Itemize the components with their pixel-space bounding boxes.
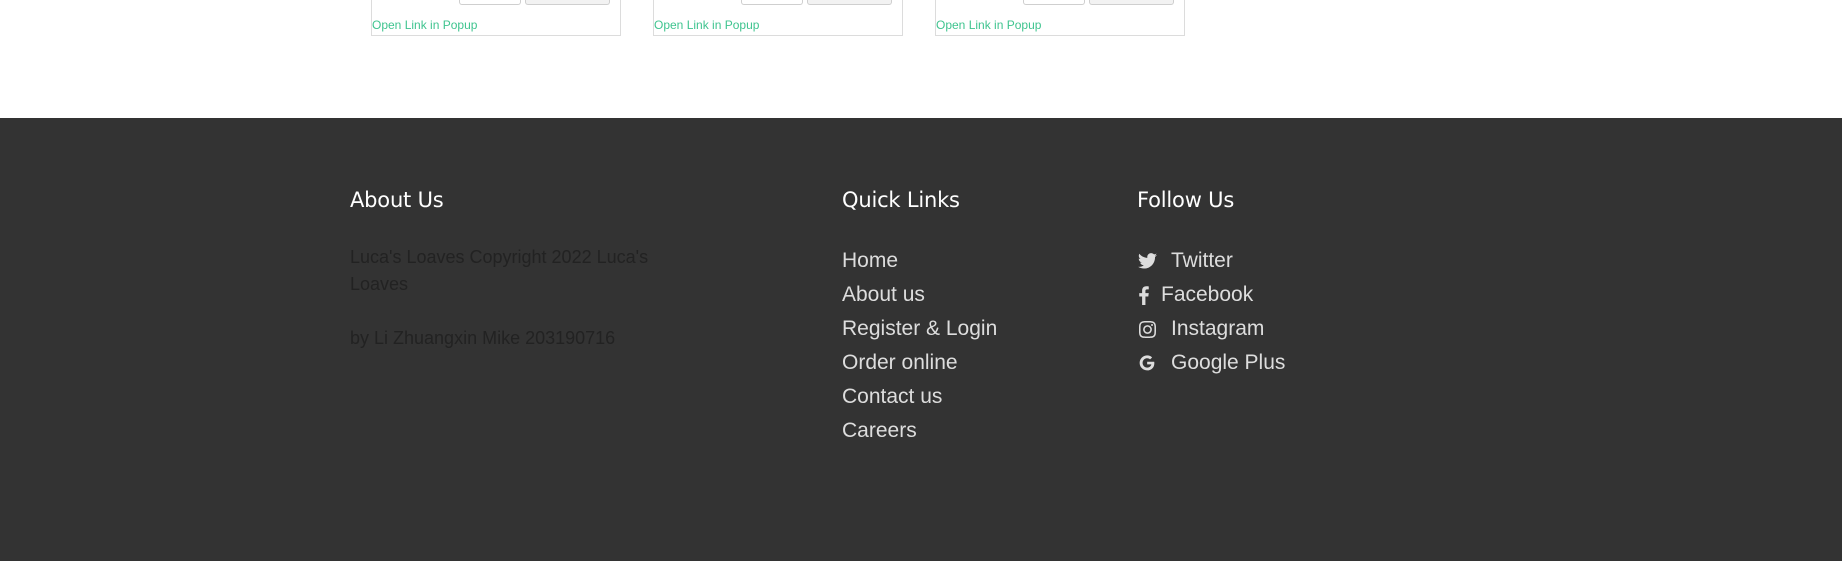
instagram-icon — [1137, 319, 1157, 339]
about-us-link[interactable]: About us — [842, 283, 925, 306]
quick-link-home: Home — [842, 244, 997, 278]
quick-link-contact: Contact us — [842, 380, 997, 414]
follow-heading: Follow Us — [1137, 188, 1235, 212]
add-to-cart-button[interactable] — [525, 0, 610, 5]
google-plus-link[interactable]: Google Plus — [1137, 346, 1285, 380]
open-popup-link[interactable]: Open Link in Popup — [936, 18, 1041, 32]
product-card: Open Link in Popup — [935, 0, 1185, 36]
social-item-instagram: Instagram — [1137, 312, 1285, 346]
twitter-label: Twitter — [1171, 249, 1233, 272]
open-popup-link[interactable]: Open Link in Popup — [372, 18, 477, 32]
site-footer: About Us Luca's Loaves Copyright 2022 Lu… — [0, 118, 1842, 561]
add-to-cart-button[interactable] — [807, 0, 892, 5]
quick-link-about: About us — [842, 278, 997, 312]
product-card: Open Link in Popup — [371, 0, 621, 36]
google-icon — [1137, 353, 1157, 373]
social-item-twitter: Twitter — [1137, 244, 1285, 278]
copyright-text: Luca's Loaves Copyright 2022 Luca's Loav… — [350, 247, 649, 294]
quick-link-order: Order online — [842, 346, 997, 380]
follow-column: Follow Us Twitter Facebook Instagram Goo… — [1137, 188, 1285, 380]
google-plus-label: Google Plus — [1171, 351, 1286, 374]
social-list: Twitter Facebook Instagram Google Plus — [1137, 244, 1285, 380]
twitter-link[interactable]: Twitter — [1137, 244, 1285, 278]
facebook-label: Facebook — [1161, 283, 1254, 306]
about-heading: About Us — [350, 188, 444, 212]
instagram-label: Instagram — [1171, 317, 1265, 340]
instagram-link[interactable]: Instagram — [1137, 312, 1285, 346]
quantity-input[interactable] — [741, 0, 803, 5]
author-text: by Li Zhuangxin Mike 203190716 — [350, 328, 616, 348]
quick-link-register: Register & Login — [842, 312, 997, 346]
product-card: Open Link in Popup — [653, 0, 903, 36]
careers-link[interactable]: Careers — [842, 419, 917, 442]
social-item-google-plus: Google Plus — [1137, 346, 1285, 380]
open-popup-link[interactable]: Open Link in Popup — [654, 18, 759, 32]
page: Open Link in Popup Open Link in Popup Op… — [0, 0, 1842, 561]
quick-links-column: Quick Links Home About us Register & Log… — [842, 188, 997, 448]
contact-us-link[interactable]: Contact us — [842, 385, 942, 408]
add-to-cart-button[interactable] — [1089, 0, 1174, 5]
about-column: About Us Luca's Loaves Copyright 2022 Lu… — [350, 188, 680, 379]
social-item-facebook: Facebook — [1137, 278, 1285, 312]
twitter-icon — [1137, 251, 1157, 271]
register-login-link[interactable]: Register & Login — [842, 317, 997, 340]
facebook-icon — [1137, 285, 1151, 305]
quick-link-careers: Careers — [842, 414, 997, 448]
quick-links-heading: Quick Links — [842, 188, 960, 212]
home-link[interactable]: Home — [842, 249, 898, 272]
order-online-link[interactable]: Order online — [842, 351, 958, 374]
quantity-input[interactable] — [1023, 0, 1085, 5]
quick-links-list: Home About us Register & Login Order onl… — [842, 244, 997, 448]
quantity-input[interactable] — [459, 0, 521, 5]
facebook-link[interactable]: Facebook — [1137, 278, 1285, 312]
about-text: Luca's Loaves Copyright 2022 Luca's Loav… — [350, 244, 680, 352]
